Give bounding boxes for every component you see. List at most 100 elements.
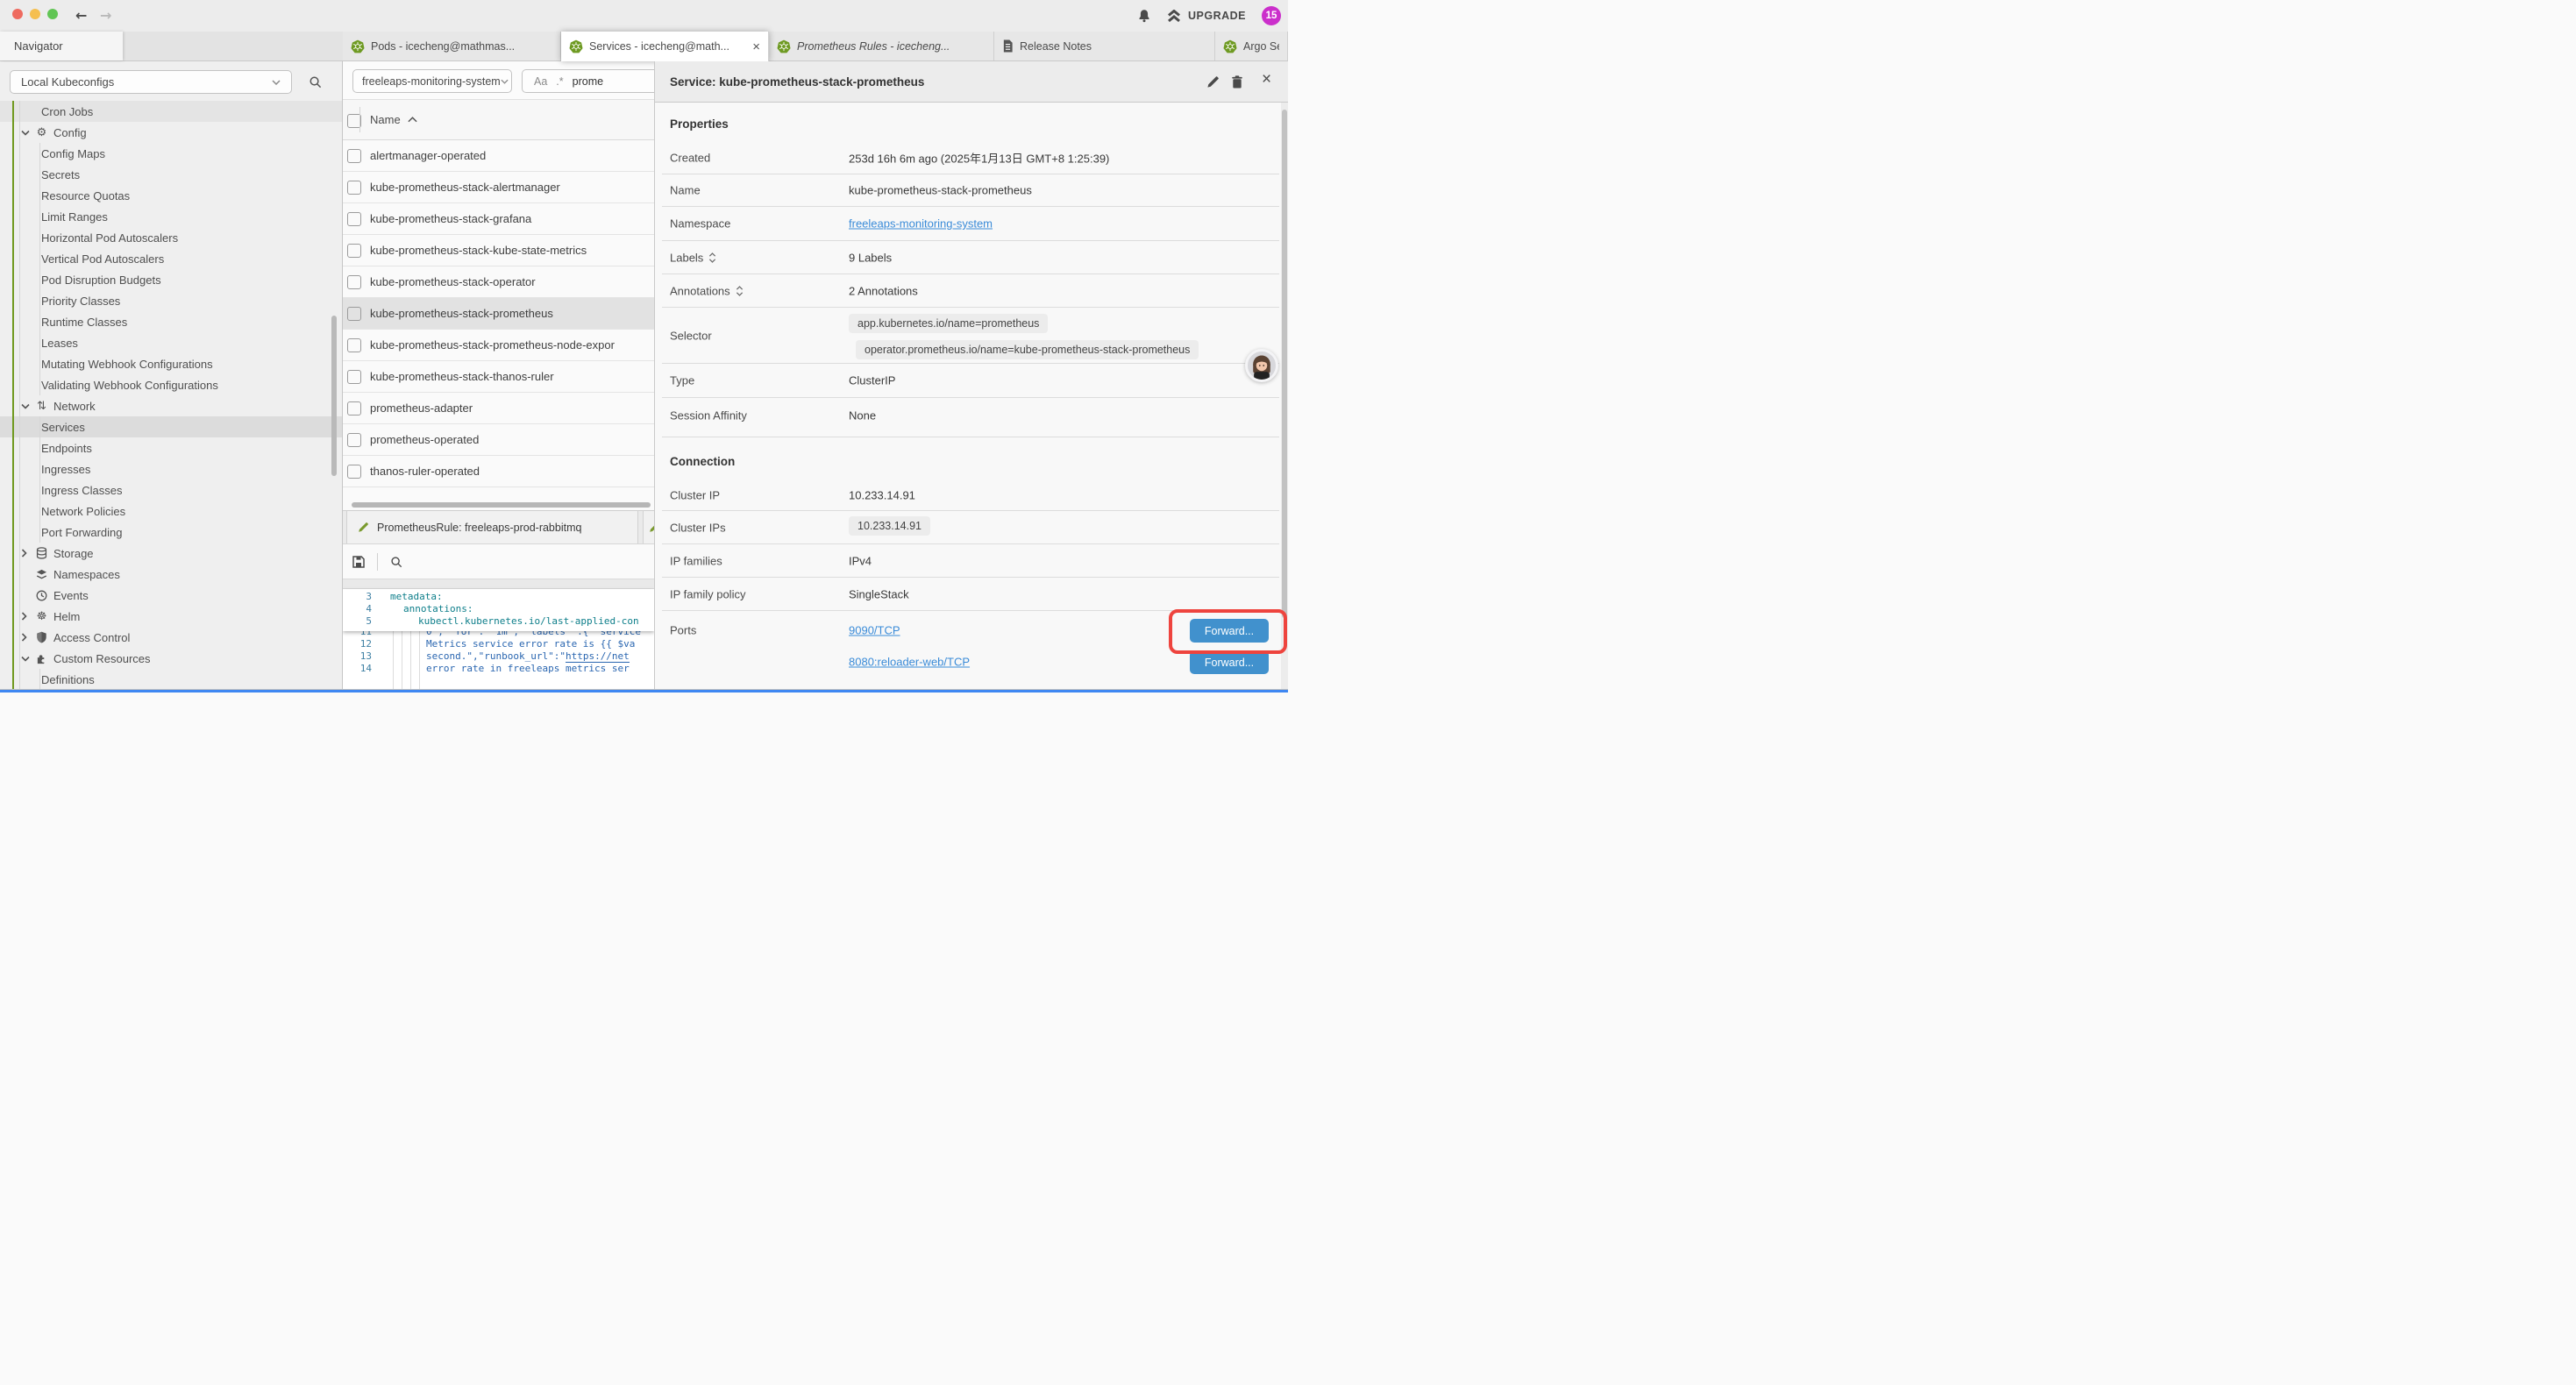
search-input[interactable]: Aa .* prome [522,69,654,93]
code-line: 13second.","runbook_url":"https://net [343,650,654,663]
notification-badge[interactable]: 15 [1262,6,1281,25]
row-name: Name kube-prometheus-stack-prometheus [662,174,1279,207]
sidebar-item-priority-classes[interactable]: Priority Classes [0,290,342,311]
table-row[interactable]: alertmanager-operated [343,140,654,172]
column-header-name[interactable]: Name [370,100,417,139]
yaml-editor[interactable]: 110", "for": "1m", "labels" :{ "service"… [343,589,654,689]
table-row[interactable]: thanos-ruler-operated [343,456,654,487]
row-checkbox[interactable] [347,275,361,289]
tab-services-icecheng-math[interactable]: Services - icecheng@math...× [561,32,769,61]
sidebar-item-horizontal-pod-autoscalers[interactable]: Horizontal Pod Autoscalers [0,227,342,248]
sidebar-item-definitions[interactable]: Definitions [0,669,342,689]
sidebar-item-services[interactable]: Services [0,416,342,437]
sidebar-item-config[interactable]: ⚙Config [0,122,342,143]
row-checkbox[interactable] [347,244,361,258]
row-checkbox[interactable] [347,307,361,321]
sidebar-item-custom-resources[interactable]: Custom Resources [0,648,342,669]
sidebar-item-mutating-webhook-configurations[interactable]: Mutating Webhook Configurations [0,353,342,374]
sidebar-item-validating-webhook-configurations[interactable]: Validating Webhook Configurations [0,374,342,395]
delete-icon[interactable] [1231,75,1243,89]
save-icon[interactable] [352,556,365,568]
row-checkbox[interactable] [347,433,361,447]
port-link-9090[interactable]: 9090/TCP [849,624,900,637]
horizontal-scrollbar[interactable] [352,502,651,508]
tab-close-icon[interactable]: × [752,39,760,54]
table-row[interactable]: kube-prometheus-stack-prometheus-node-ex… [343,330,654,361]
sidebar-item-config-maps[interactable]: Config Maps [0,143,342,164]
sidebar-item-events[interactable]: Events [0,585,342,606]
sidebar-item-label: Secrets [41,168,80,181]
tab-release-notes[interactable]: Release Notes [994,32,1215,60]
tab-argo-se[interactable]: Argo Se [1215,32,1288,60]
port-link-8080[interactable]: 8080:reloader-web/TCP [849,656,970,669]
sidebar-item-cron-jobs[interactable]: Cron Jobs [0,101,342,122]
kubeconfig-select[interactable]: Local Kubeconfigs [10,70,292,94]
window-zoom-button[interactable] [47,9,58,19]
sidebar-item-limit-ranges[interactable]: Limit Ranges [0,206,342,227]
table-row[interactable]: kube-prometheus-stack-grafana [343,203,654,235]
regex-toggle[interactable]: .* [556,75,563,88]
row-checkbox[interactable] [347,181,361,195]
sidebar-item-network[interactable]: ⇅Network [0,395,342,416]
tab-pods-icecheng-mathmas[interactable]: Pods - icecheng@mathmas... [343,32,561,60]
sidebar-item-leases[interactable]: Leases [0,332,342,353]
sidebar-item-namespaces[interactable]: Namespaces [0,564,342,585]
sidebar-scrollbar[interactable] [331,316,337,476]
table-row[interactable]: kube-prometheus-stack-operator [343,266,654,298]
bell-icon[interactable] [1137,9,1151,23]
table-row[interactable]: prometheus-operated [343,424,654,456]
sidebar-item-endpoints[interactable]: Endpoints [0,437,342,458]
row-checkbox[interactable] [347,401,361,416]
editor-search-icon[interactable] [390,556,402,568]
sidebar-item-port-forwarding[interactable]: Port Forwarding [0,522,342,543]
editor-tab-next[interactable] [643,511,654,543]
sort-updown-icon[interactable] [708,252,716,263]
connection-heading: Connection [670,455,735,468]
sidebar-item-access-control[interactable]: Access Control [0,627,342,648]
upgrade-button[interactable]: UPGRADE [1167,10,1246,23]
row-checkbox[interactable] [347,212,361,226]
close-icon[interactable]: × [1262,70,1271,89]
namespace-link[interactable]: freeleaps-monitoring-system [849,217,993,231]
window-minimize-button[interactable] [30,9,40,19]
table-row[interactable]: kube-prometheus-stack-kube-state-metrics [343,235,654,266]
edit-icon[interactable] [1206,75,1220,89]
sort-updown-icon[interactable] [736,285,744,296]
sidebar-item-vertical-pod-autoscalers[interactable]: Vertical Pod Autoscalers [0,248,342,269]
sidebar-item-secrets[interactable]: Secrets [0,164,342,185]
sidebar-item-resource-quotas[interactable]: Resource Quotas [0,185,342,206]
sidebar-item-label: Custom Resources [53,652,151,665]
row-session-affinity: Session Affinity None [662,398,1279,437]
row-checkbox[interactable] [347,149,361,163]
forward-button-8080[interactable]: Forward... [1190,650,1269,674]
sidebar-item-helm[interactable]: ☸Helm [0,606,342,627]
table-row[interactable]: kube-prometheus-stack-prometheus [343,298,654,330]
match-case-toggle[interactable]: Aa [534,75,547,88]
sidebar-item-ingress-classes[interactable]: Ingress Classes [0,479,342,501]
back-arrow-icon[interactable]: ← [75,7,87,24]
table-row[interactable]: kube-prometheus-stack-alertmanager [343,172,654,203]
table-row[interactable]: prometheus-adapter [343,393,654,424]
detail-scrollbar[interactable] [1282,110,1287,618]
sidebar-item-label: Helm [53,610,80,623]
tab-navigator[interactable]: Navigator [0,32,123,60]
tab-prometheus-rules-icecheng[interactable]: Prometheus Rules - icecheng... [769,32,994,60]
row-checkbox[interactable] [347,338,361,352]
detail-header: Service: kube-prometheus-stack-prometheu… [655,61,1288,103]
avatar[interactable] [1245,349,1278,382]
namespace-select[interactable]: freeleaps-monitoring-system [352,69,512,93]
sidebar-item-storage[interactable]: Storage [0,543,342,564]
table-row[interactable]: kube-prometheus-stack-thanos-ruler [343,361,654,393]
sidebar-item-ingresses[interactable]: Ingresses [0,458,342,479]
editor-tab-prometheusrule[interactable]: PrometheusRule: freeleaps-prod-rabbitmq [346,511,638,543]
search-icon[interactable] [309,75,322,89]
sidebar-item-pod-disruption-budgets[interactable]: Pod Disruption Budgets [0,269,342,290]
row-checkbox[interactable] [347,465,361,479]
service-name: prometheus-operated [370,424,479,455]
sidebar-item-label: Ingresses [41,463,90,476]
sidebar-item-runtime-classes[interactable]: Runtime Classes [0,311,342,332]
sidebar-item-network-policies[interactable]: Network Policies [0,501,342,522]
forward-arrow-icon[interactable]: → [100,7,111,24]
row-checkbox[interactable] [347,370,361,384]
window-close-button[interactable] [12,9,23,19]
